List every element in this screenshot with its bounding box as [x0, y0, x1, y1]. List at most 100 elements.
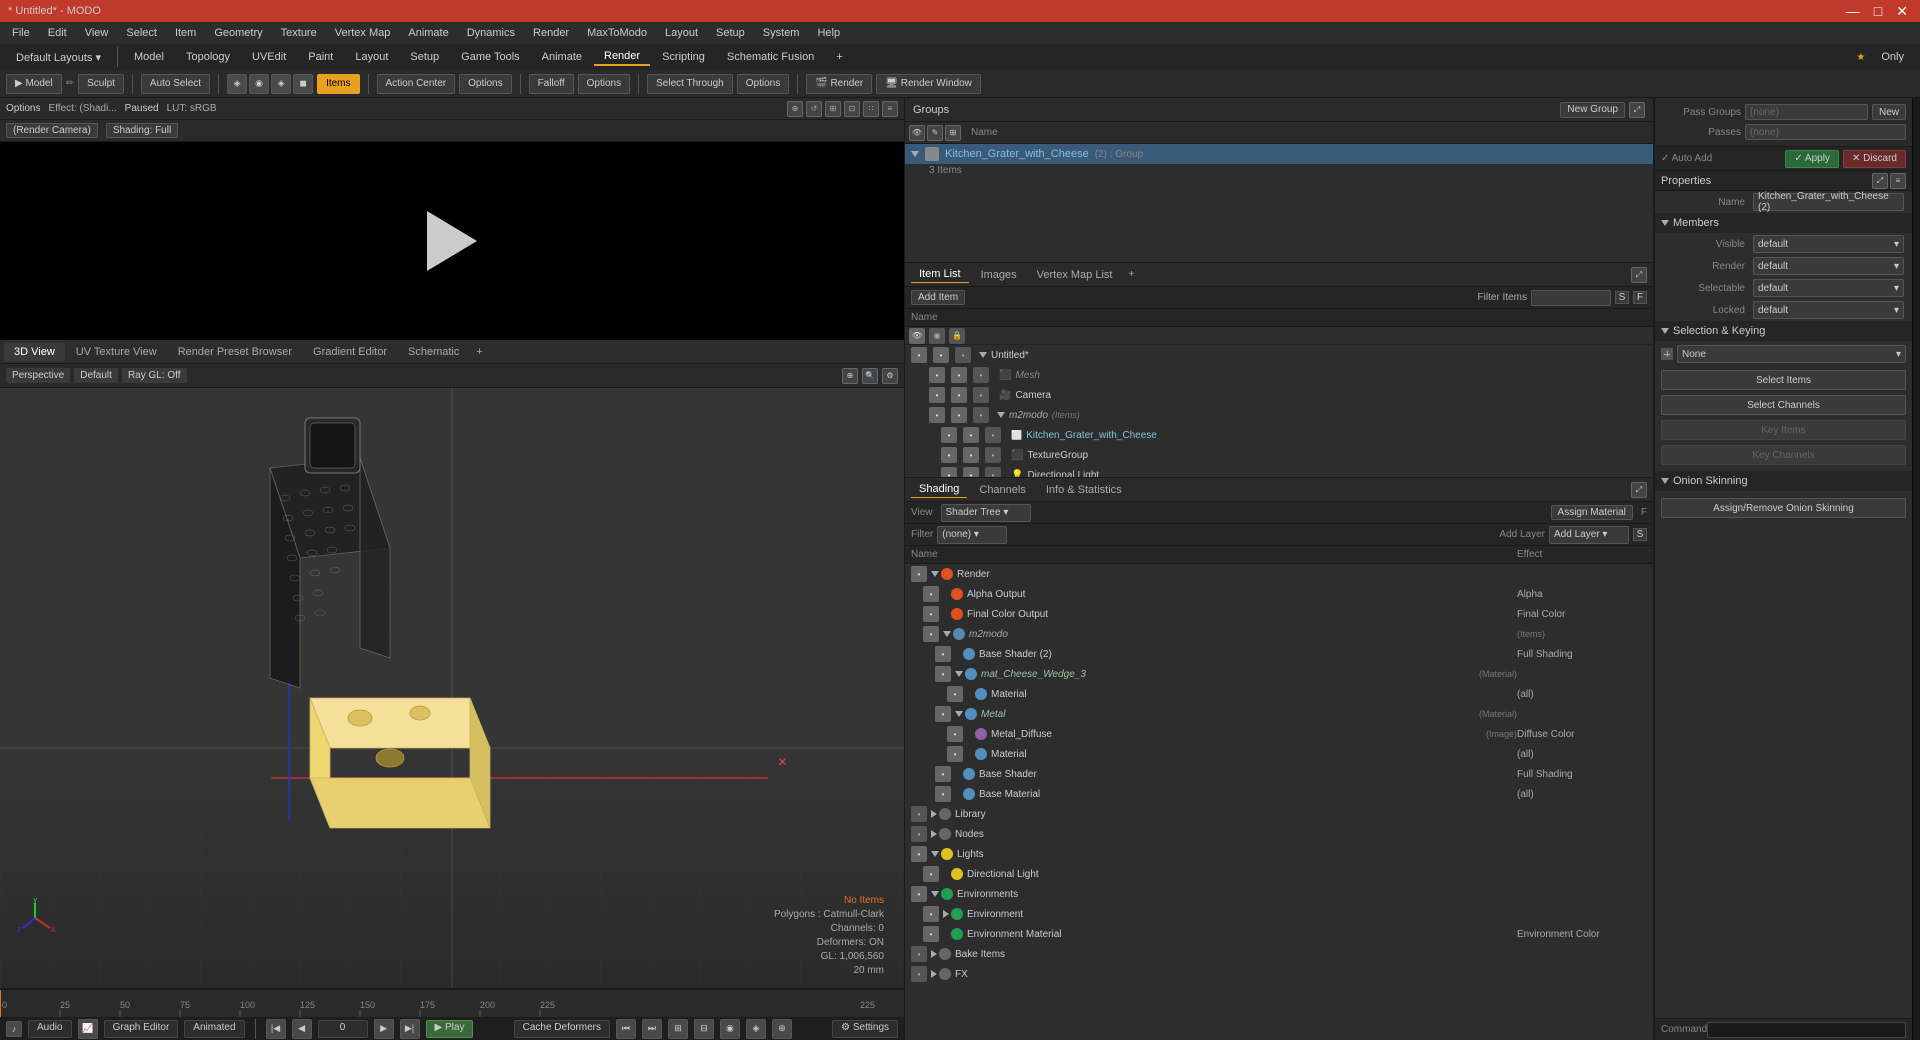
layout-tab-animate[interactable]: Animate: [532, 49, 592, 65]
mode-icon-1[interactable]: ◈: [227, 74, 247, 94]
shader-environment[interactable]: • Environment: [905, 904, 1653, 924]
render-icon-grid[interactable]: ∷: [863, 101, 879, 117]
shader-environments[interactable]: • Environments: [905, 884, 1653, 904]
menu-geometry[interactable]: Geometry: [206, 25, 270, 41]
layout-tab-paint[interactable]: Paint: [298, 49, 343, 65]
eye3-camera[interactable]: •: [973, 387, 989, 403]
shader-col-s[interactable]: S: [1633, 528, 1647, 541]
discard-btn[interactable]: ✕ Discard: [1843, 150, 1906, 168]
tab-vertex-map[interactable]: Vertex Map List: [1029, 267, 1121, 283]
menu-item[interactable]: Item: [167, 25, 204, 41]
auto-select-button[interactable]: Auto Select: [141, 74, 210, 94]
model-button[interactable]: ▶ Model: [6, 74, 62, 94]
layout-tab-layout[interactable]: Layout: [345, 49, 398, 65]
props-icon2[interactable]: ≡: [1890, 173, 1906, 189]
tab-add[interactable]: +: [470, 343, 488, 361]
pb-icon1[interactable]: ⏮: [616, 1019, 636, 1039]
new-group-btn[interactable]: New Group: [1560, 102, 1625, 118]
render-camera-label[interactable]: (Render Camera): [6, 123, 98, 138]
eye-mat-metal[interactable]: •: [947, 746, 963, 762]
pb-icon4[interactable]: ⊟: [694, 1019, 714, 1039]
passes-value[interactable]: (none): [1745, 124, 1906, 140]
item-texture-group[interactable]: • • • ⬛ TextureGroup: [905, 445, 1653, 465]
layout-tab-topology[interactable]: Topology: [176, 49, 240, 65]
eye-env[interactable]: •: [923, 906, 939, 922]
eye-envmat[interactable]: •: [923, 926, 939, 942]
group-kitchen-grater[interactable]: Kitchen_Grater_with_Cheese (2) : Group: [905, 144, 1653, 164]
key-channels-btn[interactable]: Key Channels: [1661, 445, 1906, 465]
skip-start-icon[interactable]: |◀: [266, 1019, 286, 1039]
frame-display[interactable]: 0: [318, 1020, 368, 1038]
select-through-button[interactable]: Select Through: [647, 74, 733, 94]
filter-select[interactable]: (none) ▾: [937, 526, 1007, 544]
key-items-btn[interactable]: Key Items: [1661, 420, 1906, 440]
sculpt-button[interactable]: Sculpt: [78, 74, 124, 94]
eye2-grater[interactable]: •: [963, 427, 979, 443]
assign-remove-onion-btn[interactable]: Assign/Remove Onion Skinning: [1661, 498, 1906, 518]
mode-icon-3[interactable]: ◈: [271, 74, 291, 94]
tab-shading[interactable]: Shading: [911, 481, 967, 498]
maximize-button[interactable]: □: [1870, 3, 1886, 20]
skip-end-icon[interactable]: ▶|: [400, 1019, 420, 1039]
eye-render[interactable]: •: [911, 566, 927, 582]
eye2-m2modo[interactable]: •: [951, 407, 967, 423]
mode-icon-4[interactable]: ◼: [293, 74, 313, 94]
shading-btn[interactable]: Default: [74, 368, 118, 383]
eye-lib[interactable]: •: [911, 806, 927, 822]
eye-nodes[interactable]: •: [911, 826, 927, 842]
visible-dropdown[interactable]: default ▾: [1753, 235, 1904, 253]
render-icon-menu[interactable]: ≡: [882, 101, 898, 117]
pb-icon2[interactable]: ⏭: [642, 1019, 662, 1039]
vp-icon-settings[interactable]: ⚙: [882, 368, 898, 384]
eye-cheese[interactable]: •: [935, 666, 951, 682]
shader-lights[interactable]: • Lights: [905, 844, 1653, 864]
item-untitled[interactable]: • • • Untitled*: [905, 345, 1653, 365]
layout-tab-add[interactable]: +: [826, 49, 852, 65]
view-select[interactable]: Shader Tree ▾: [941, 504, 1031, 522]
shader-dir-light[interactable]: • Directional Light: [905, 864, 1653, 884]
audio-btn[interactable]: Audio: [28, 1020, 72, 1038]
menu-animate[interactable]: Animate: [400, 25, 456, 41]
layout-tab-scripting[interactable]: Scripting: [652, 49, 715, 65]
menu-select[interactable]: Select: [118, 25, 165, 41]
shader-base-shader2[interactable]: • Base Shader (2) Full Shading: [905, 644, 1653, 664]
name-field[interactable]: Kitchen_Grater_with_Cheese (2): [1753, 193, 1904, 211]
item-kitchen-grater[interactable]: • • • ⬜ Kitchen_Grater_with_Cheese: [905, 425, 1653, 445]
prev-frame-icon[interactable]: ◀: [292, 1019, 312, 1039]
cache-deformers-btn[interactable]: Cache Deformers: [514, 1020, 610, 1038]
shading-label[interactable]: Shading: Full: [106, 123, 178, 138]
groups-icon3[interactable]: ⊞: [945, 125, 961, 141]
audio-icon[interactable]: ♪: [6, 1021, 22, 1037]
menu-vertex-map[interactable]: Vertex Map: [327, 25, 399, 41]
filter-dropdown[interactable]: [1531, 290, 1611, 306]
render-button[interactable]: 🎬 Render: [806, 74, 872, 94]
timeline-ruler[interactable]: 0 25 50 75 100 125 150 175 200 225: [0, 989, 904, 1017]
menu-texture[interactable]: Texture: [273, 25, 325, 41]
eye-grater[interactable]: •: [941, 427, 957, 443]
item-m2modo[interactable]: • • • m2modo (Items): [905, 405, 1653, 425]
pass-groups-value[interactable]: (none): [1745, 104, 1868, 120]
action-center-button[interactable]: Action Center: [377, 74, 456, 94]
props-icon1[interactable]: ⤢: [1872, 173, 1888, 189]
shader-base-material[interactable]: • Base Material (all): [905, 784, 1653, 804]
new-pass-group-btn[interactable]: New: [1872, 104, 1906, 120]
item-list-expand[interactable]: ⤢: [1631, 267, 1647, 283]
menu-dynamics[interactable]: Dynamics: [459, 25, 523, 41]
eye-fx[interactable]: •: [911, 966, 927, 982]
eye2-camera[interactable]: •: [951, 387, 967, 403]
eye3-light[interactable]: •: [985, 467, 1001, 477]
eye-bmat[interactable]: •: [935, 786, 951, 802]
ray-gl-btn[interactable]: Ray GL: Off: [122, 368, 187, 383]
tab-images[interactable]: Images: [973, 267, 1025, 283]
viewport-canvas[interactable]: ✕ x y z: [0, 388, 904, 988]
next-frame-icon[interactable]: ▶: [374, 1019, 394, 1039]
render-icon-settings[interactable]: ⊕: [787, 101, 803, 117]
items-button[interactable]: Items: [317, 74, 359, 94]
locked-dropdown[interactable]: default ▾: [1753, 301, 1904, 319]
menu-file[interactable]: File: [4, 25, 38, 41]
menu-setup[interactable]: Setup: [708, 25, 753, 41]
render-window-button[interactable]: 🖥 Render Window: [876, 74, 981, 94]
layout-tab-uvedit[interactable]: UVEdit: [242, 49, 296, 65]
layout-tab-game-tools[interactable]: Game Tools: [451, 49, 530, 65]
eye3-texgroup[interactable]: •: [985, 447, 1001, 463]
